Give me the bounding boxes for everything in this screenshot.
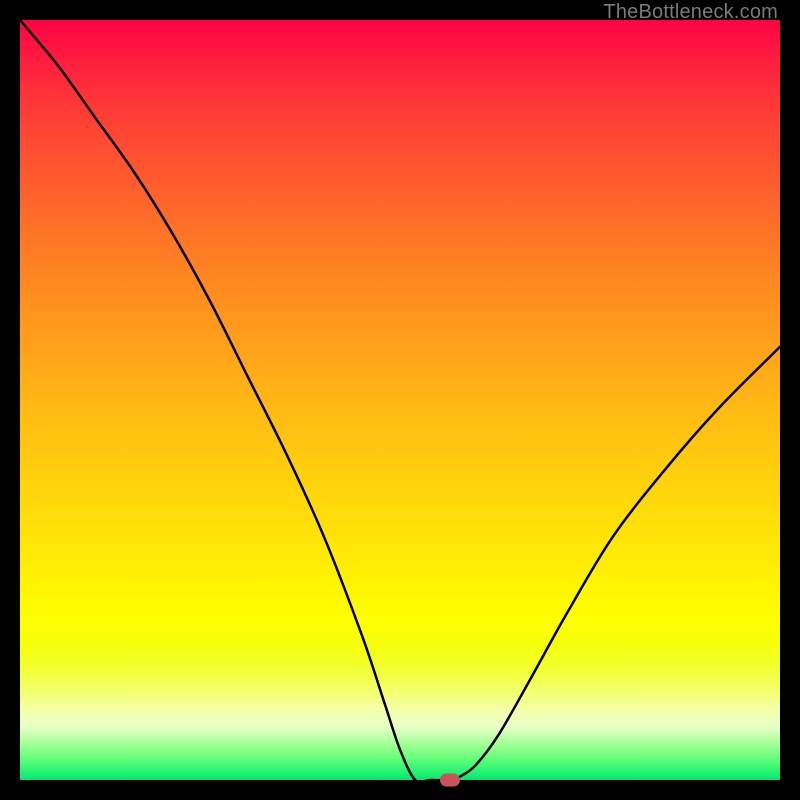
optimal-point-marker <box>440 774 460 787</box>
bottleneck-curve <box>20 20 780 782</box>
curve-layer <box>20 20 780 780</box>
plot-area <box>20 20 780 780</box>
chart-frame: TheBottleneck.com <box>0 0 800 800</box>
watermark-text: TheBottleneck.com <box>603 1 778 24</box>
